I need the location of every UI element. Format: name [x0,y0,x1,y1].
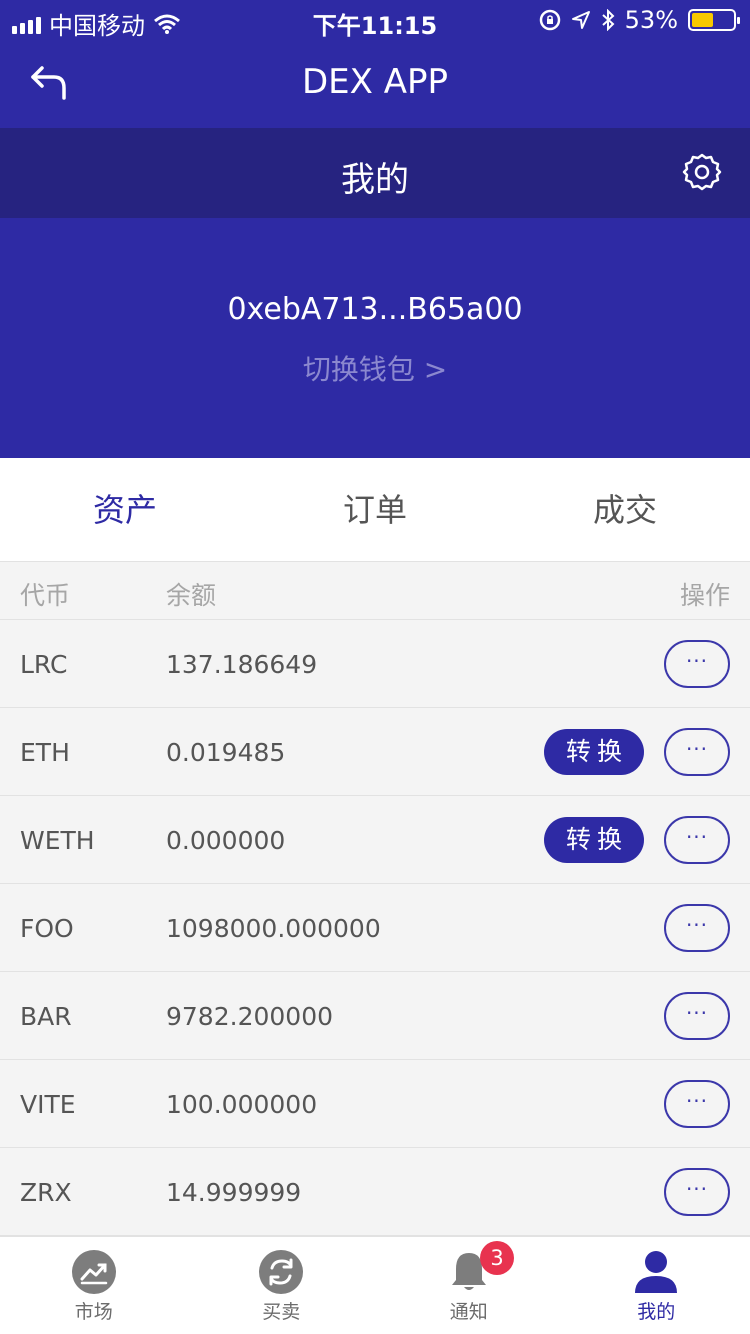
table-row: FOO 1098000.000000 ··· [0,884,750,972]
more-button[interactable]: ··· [664,640,730,688]
header-balance: 余额 [166,581,217,610]
token-symbol: LRC [20,650,68,679]
orientation-lock-icon [539,9,560,31]
convert-button[interactable]: 转换 [544,817,644,863]
token-symbol: VITE [20,1090,76,1119]
token-balance: 0.019485 [166,738,286,767]
table-row: WETH 0.000000 转换 ··· [0,796,750,884]
app-title: DEX APP [301,62,449,102]
convert-button[interactable]: 转换 [544,729,644,775]
wallet-address: 0xebA713...B65a00 [227,292,523,327]
token-balance: 0.000000 [166,826,286,855]
token-balance: 1098000.000000 [166,914,381,943]
asset-tabs: 资产 订单 成交 [0,458,750,562]
more-button[interactable]: ··· [664,992,730,1040]
tabbar-label: 我的 [637,1301,676,1323]
user-icon [635,1251,678,1293]
notification-badge: 3 [480,1241,514,1275]
token-balance: 9782.200000 [166,1002,334,1031]
token-symbol: ZRX [20,1178,72,1207]
table-row: VITE 100.000000 ··· [0,1060,750,1148]
tabbar-label: 市场 [74,1301,113,1323]
table-row: ZRX 14.999999 ··· [0,1148,750,1236]
more-button[interactable]: ··· [664,1080,730,1128]
switch-wallet-link[interactable]: 切换钱包 > [0,348,750,388]
more-button[interactable]: ··· [664,728,730,776]
table-row: LRC 137.186649 ··· [0,620,750,708]
token-balance: 137.186649 [166,650,318,679]
tabbar-item-market[interactable]: 市场 [0,1237,188,1334]
token-balance: 100.000000 [166,1090,318,1119]
token-symbol: FOO [20,914,74,943]
tabbar-item-mine[interactable]: 我的 [563,1237,750,1334]
exchange-icon [259,1250,304,1294]
more-button[interactable]: ··· [664,1168,730,1216]
bluetooth-icon [601,9,615,31]
status-bar: 中国移动 下午11:15 53% [0,0,750,40]
tab-trades[interactable]: 成交 [500,458,750,561]
top-bar: 中国移动 下午11:15 53% DEX APP [0,0,750,128]
wallet-panel: 0xebA713...B65a00 切换钱包 > [0,218,750,458]
asset-list: LRC 137.186649 ··· ETH 0.019485 转换 ··· W… [0,620,750,1236]
table-row: BAR 9782.200000 ··· [0,972,750,1060]
page-title: 我的 [341,160,409,200]
token-balance: 14.999999 [166,1178,302,1207]
header-action: 操作 [679,581,730,610]
app-bar: DEX APP [0,40,750,128]
header-token: 代币 [20,581,71,610]
tabbar-label: 买卖 [262,1301,301,1323]
table-row: ETH 0.019485 转换 ··· [0,708,750,796]
token-symbol: WETH [20,826,95,855]
table-header: 代币 余额 操作 [0,562,750,620]
tabbar-label: 通知 [449,1301,488,1323]
more-button[interactable]: ··· [664,816,730,864]
bottom-tab-bar: 市场 买卖 3 通知 我的 [0,1236,750,1334]
battery-percent: 53% [624,6,678,34]
location-icon [571,11,590,29]
trend-chart-icon [71,1250,116,1294]
tab-assets[interactable]: 资产 [0,458,250,561]
tabbar-item-notify[interactable]: 3 通知 [375,1237,563,1334]
page-header: 我的 [0,128,750,218]
battery-icon [688,9,740,31]
tabbar-item-trade[interactable]: 买卖 [188,1237,376,1334]
tab-orders[interactable]: 订单 [250,458,500,561]
more-button[interactable]: ··· [664,904,730,952]
token-symbol: BAR [20,1002,72,1031]
token-symbol: ETH [20,738,70,767]
gear-icon[interactable] [682,152,722,192]
